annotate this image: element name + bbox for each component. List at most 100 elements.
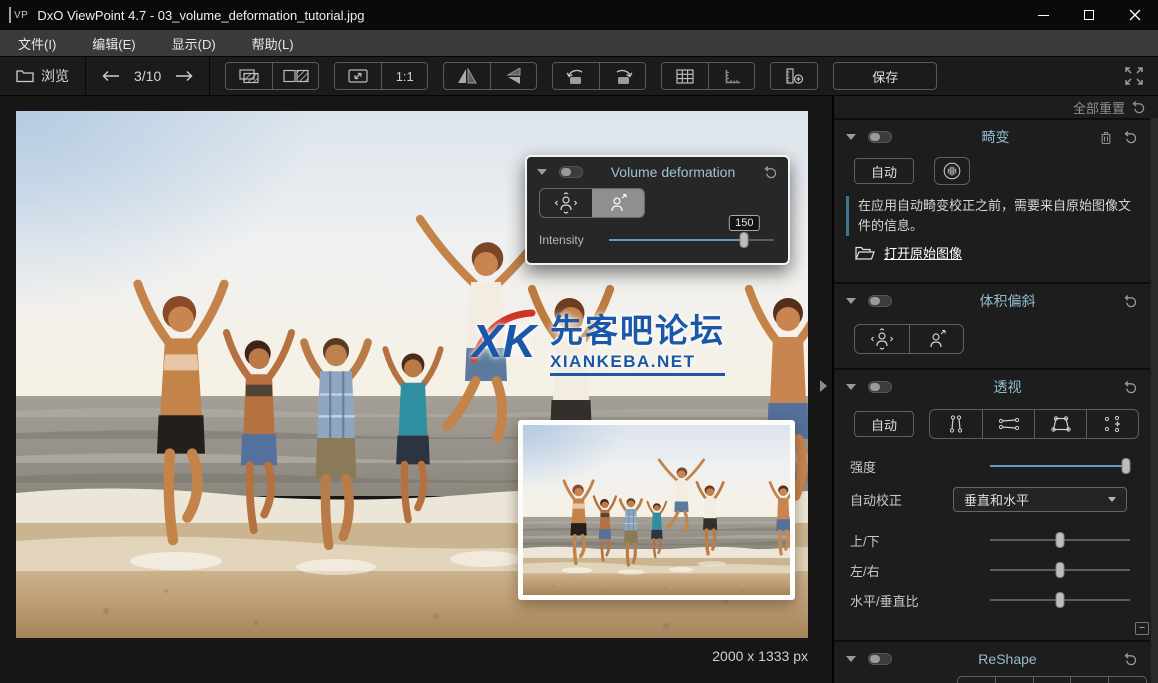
image-viewer: XK 先客吧论坛 XIANKEBA.NET Volume deformation [0,96,832,683]
perspective-auto-button[interactable]: 自动 [854,411,914,437]
chevron-down-icon[interactable] [846,656,856,662]
save-button[interactable]: 保存 [833,62,938,90]
minimize-button[interactable] [1020,0,1066,30]
volume-diagonal-button[interactable] [909,325,963,353]
title-bar: VP DxO ViewPoint 4.7 - 03_volume_deforma… [0,0,1158,30]
ruler-button[interactable] [708,63,754,89]
menu-edit[interactable]: 编辑(E) [92,34,135,53]
left-right-slider[interactable] [990,562,1130,578]
flip-vertical-button[interactable] [490,63,536,89]
reshape-mode-group [957,676,1147,683]
prev-image-arrow-icon[interactable] [102,70,120,82]
add-ruler-button[interactable] [771,63,817,89]
deformation-spherical-button[interactable] [540,189,592,217]
zoom-group: 1:1 [334,62,429,90]
force-horizontal-parallels-button[interactable] [982,410,1034,438]
add-ruler-icon [786,68,804,84]
auto-correct-row: 自动校正 垂直和水平 [850,486,1130,512]
close-button[interactable] [1112,0,1158,30]
intensity-slider[interactable]: 150 [609,215,774,248]
zoom-1to1-button[interactable]: 1:1 [381,63,427,89]
rectangle-points-icon [1050,416,1071,432]
open-original-link[interactable]: 打开原始图像 [884,243,962,262]
browse-button[interactable]: 浏览 [0,57,85,95]
reset-icon[interactable] [763,165,778,179]
slider-thumb[interactable] [1055,562,1065,578]
auto-correct-dropdown[interactable]: 垂直和水平 [953,486,1127,512]
trash-icon[interactable] [1099,130,1113,145]
distortion-actions: 自动 [834,157,1150,185]
menu-view[interactable]: 显示(D) [172,34,216,53]
maximize-button[interactable] [1066,0,1112,30]
reset-icon[interactable] [1123,294,1138,308]
sidebar-scrollbar[interactable] [1151,118,1158,683]
floating-panel-header: Volume deformation [527,157,788,180]
reshape-toggle[interactable] [868,653,892,665]
force-vertical-parallels-button[interactable] [930,410,982,438]
up-down-row: 上/下 [850,530,1130,550]
menu-file[interactable]: 文件(I) [18,34,56,53]
distortion-auto-button[interactable]: 自动 [854,158,914,184]
reset-icon[interactable] [1123,652,1138,666]
reshape-mode-button[interactable] [994,677,1033,683]
sidebar-collapse-arrow[interactable] [820,380,827,392]
perspective-header: 透视 [834,376,1150,398]
next-image-arrow-icon[interactable] [175,70,193,82]
reset-all-icon[interactable] [1131,100,1146,114]
volume-deformation-panel: 体积偏斜 [834,282,1150,368]
slider-thumb[interactable] [739,232,749,248]
reshape-mode-button[interactable] [1070,677,1108,683]
reset-all-label[interactable]: 全部重置 [1073,98,1125,117]
distortion-toggle[interactable] [868,131,892,143]
reset-icon[interactable] [1123,130,1138,144]
slider-thumb[interactable] [1121,458,1131,474]
image-navigator: 3/10 [86,57,209,95]
fullscreen-button[interactable] [1123,65,1145,87]
reshape-mode-button[interactable] [1032,677,1071,683]
reset-icon[interactable] [1123,380,1138,394]
rotate-right-icon [616,69,633,84]
distortion-title: 畸变 [981,129,1010,145]
volume-spherical-button[interactable] [855,325,909,353]
compare-split-button[interactable] [272,63,318,89]
auto-correct-label: 自动校正 [850,492,903,508]
horizontal-parallels-icon [998,417,1019,431]
save-label: 保存 [872,69,899,85]
reshape-mode-button[interactable] [958,677,995,683]
volume-title: 体积偏斜 [979,293,1036,309]
hv-ratio-label: 水平/垂直比 [850,593,919,609]
distortion-panel: 畸变 自动 在应用自动畸变校正之前，需要来自原始图像文件的信息。 打开原始图像 [834,118,1150,282]
compare-overlay-button[interactable] [226,63,272,89]
scrollbar-collapse-button[interactable]: − [1135,622,1149,635]
fit-screen-button[interactable] [335,63,381,89]
reshape-title: ReShape [978,651,1037,667]
chevron-down-icon[interactable] [537,169,547,175]
minimize-icon [1037,14,1049,16]
perspective-toggle[interactable] [868,381,892,393]
eight-points-button[interactable] [1086,410,1138,438]
flip-horizontal-button[interactable] [444,63,490,89]
volume-toggle[interactable] [868,295,892,307]
hv-ratio-slider[interactable] [990,592,1130,608]
menu-help[interactable]: 帮助(L) [252,34,294,53]
chevron-down-icon[interactable] [846,134,856,140]
strength-slider[interactable] [990,458,1131,474]
deformation-diagonal-button[interactable] [592,189,644,217]
person-diagonal-arrow-icon [611,193,627,212]
chevron-down-icon[interactable] [846,384,856,390]
app-logo-text: VP [14,9,29,21]
toolbar: 浏览 3/10 1:1 保存 [0,56,1158,96]
flip-vertical-icon [505,68,521,84]
distortion-manual-button[interactable] [934,157,970,185]
up-down-slider[interactable] [990,532,1130,548]
slider-thumb[interactable] [1055,532,1065,548]
force-rectangle-button[interactable] [1034,410,1086,438]
chevron-down-icon[interactable] [846,298,856,304]
rotate-left-button[interactable] [553,63,599,89]
grid-button[interactable] [662,63,708,89]
rotate-right-button[interactable] [599,63,645,89]
intensity-label: Intensity [539,233,584,247]
reshape-mode-button[interactable] [1108,677,1146,683]
panel-toggle[interactable] [559,166,583,178]
slider-thumb[interactable] [1055,592,1065,608]
